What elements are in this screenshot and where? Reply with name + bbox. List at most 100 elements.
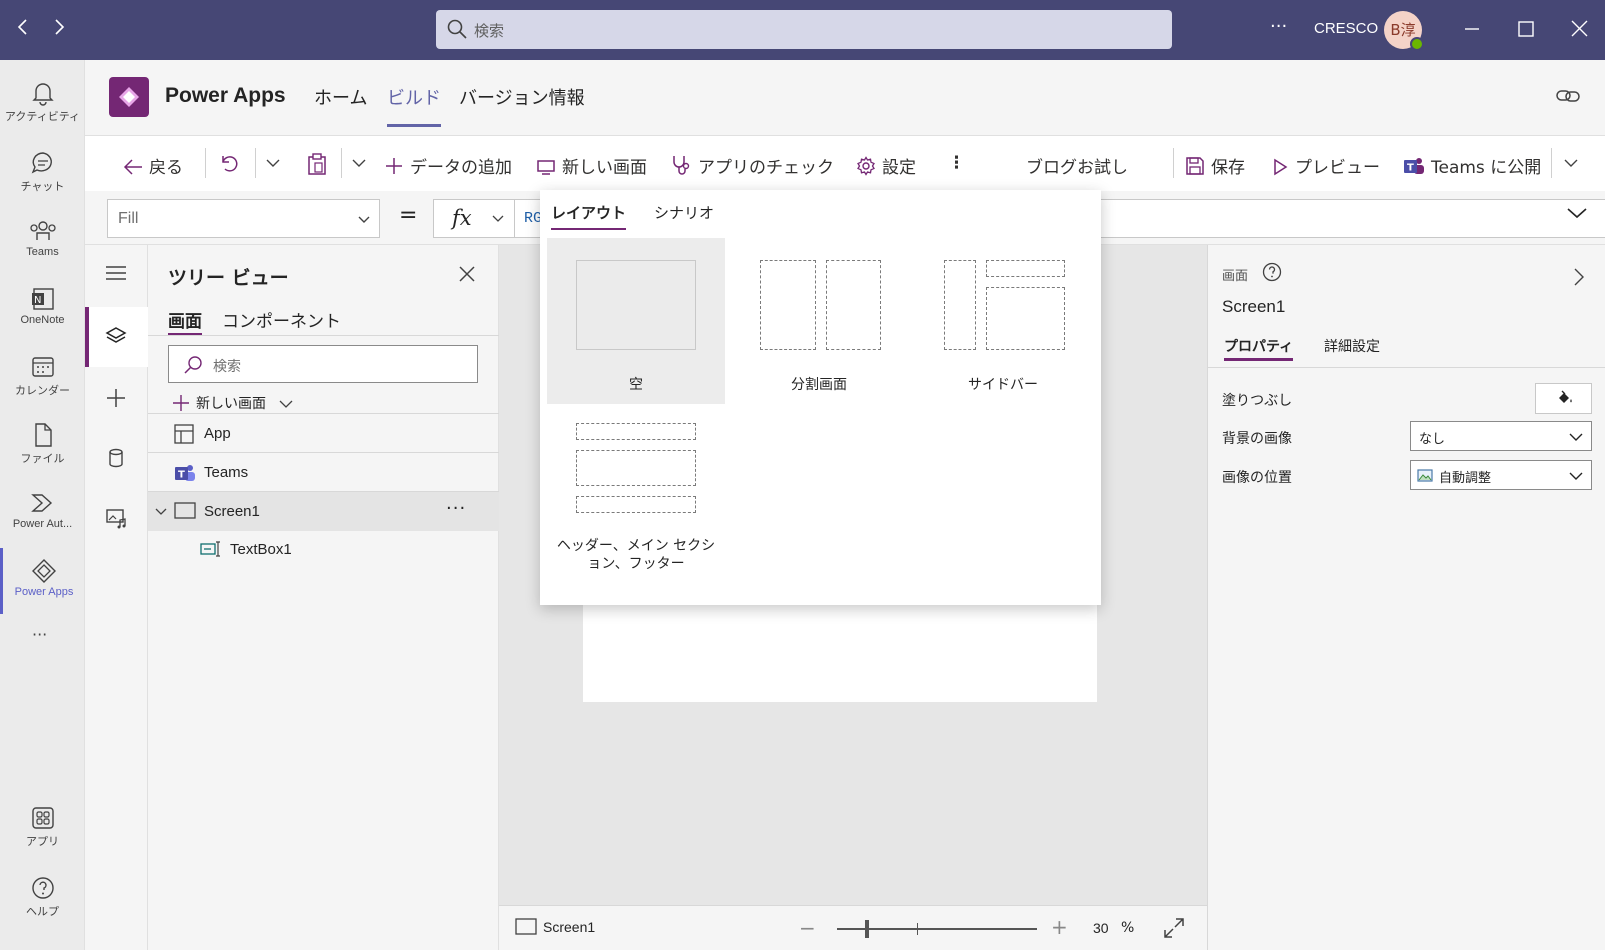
stethoscope-icon <box>673 156 690 175</box>
app-header: Power Apps ホーム ビルド バージョン情報 <box>85 60 1605 135</box>
row-more-options-icon[interactable]: ··· <box>446 498 466 519</box>
close-icon[interactable] <box>458 265 476 287</box>
toolbar-divider <box>1173 148 1174 178</box>
media-icon <box>106 509 126 529</box>
layout-sidebar-tile[interactable]: サイドバー <box>914 238 1092 404</box>
maximize-button[interactable] <box>1510 14 1542 46</box>
tab-advanced[interactable]: 詳細設定 <box>1324 336 1380 356</box>
background-image-dropdown[interactable]: なし <box>1410 421 1592 451</box>
current-screen-label: Screen1 <box>543 919 596 935</box>
rail-more-icon[interactable]: ··· <box>32 625 47 644</box>
tree-item-teams[interactable]: T Teams <box>148 452 499 492</box>
hamburger-menu-button[interactable] <box>85 245 148 305</box>
fx-icon[interactable]: fx <box>452 206 472 230</box>
expand-formula-chevron-icon[interactable] <box>1565 204 1589 222</box>
app-checker-button[interactable]: アプリのチェック <box>670 153 834 178</box>
back-button[interactable]: 戻る <box>123 153 183 178</box>
tree-item-screen1[interactable]: Screen1 ··· <box>148 491 499 531</box>
paste-button[interactable] <box>307 153 333 177</box>
media-button[interactable] <box>85 489 148 549</box>
tree-search-input[interactable]: 検索 <box>168 345 478 383</box>
zoom-value[interactable]: 30 <box>1093 920 1109 936</box>
current-screen-indicator[interactable]: Screen1 <box>515 918 595 936</box>
new-screen-label: 新しい画面 <box>562 158 647 178</box>
selected-control-name[interactable]: Screen1 <box>1222 297 1285 317</box>
new-screen-button[interactable]: 新しい画面 <box>536 153 647 178</box>
layout-blank-tile[interactable]: 空 <box>547 238 725 404</box>
blog-button[interactable]: ブログお試し <box>1026 153 1128 178</box>
tab-home[interactable]: ホーム <box>314 84 367 110</box>
tab-about[interactable]: バージョン情報 <box>459 84 585 110</box>
rail-item-power-apps[interactable]: Power Apps <box>0 548 85 614</box>
tree-item-textbox1[interactable]: TextBox1 <box>148 530 499 570</box>
chevron-right-icon[interactable] <box>1572 267 1586 291</box>
organization-name[interactable]: CRESCO <box>1314 20 1378 37</box>
minimize-button[interactable] <box>1456 14 1488 46</box>
chevron-down-icon[interactable] <box>154 505 168 519</box>
plus-icon <box>107 389 125 407</box>
zoom-in-button[interactable]: + <box>1051 915 1068 939</box>
layout-header-main-footer-tile[interactable]: ヘッダー、メイン セクション、フッター <box>547 423 725 595</box>
rail-item-calendar[interactable]: カレンダー <box>0 344 85 410</box>
forward-arrow-icon[interactable] <box>44 15 74 45</box>
back-arrow-icon[interactable] <box>8 15 38 45</box>
settings-button[interactable]: 設定 <box>856 153 916 178</box>
link-icon[interactable] <box>1555 86 1581 110</box>
rail-item-apps[interactable]: アプリ <box>0 795 85 861</box>
zoom-out-button[interactable]: − <box>799 916 816 940</box>
save-button[interactable]: 保存 <box>1185 153 1245 178</box>
help-icon[interactable] <box>1262 262 1282 286</box>
chevron-down-icon[interactable] <box>492 212 504 224</box>
command-bar: 戻る データの追加 新しい画面 アプリのチェック 設定 ⋮ ブログお試し 保存 … <box>85 135 1605 191</box>
publish-options-chevron-icon[interactable] <box>1563 153 1585 173</box>
tree-new-screen-button[interactable]: 新しい画面 <box>172 393 300 413</box>
fill-color-picker[interactable] <box>1535 383 1592 414</box>
layout-split-screen-tile[interactable]: 分割画面 <box>730 238 908 404</box>
hamburger-icon <box>106 266 126 280</box>
tab-components[interactable]: コンポーネント <box>222 307 341 332</box>
toolbar-divider <box>205 148 206 178</box>
image-position-dropdown[interactable]: 自動調整 <box>1410 460 1592 490</box>
undo-options-chevron-icon[interactable] <box>265 153 287 173</box>
fit-to-window-icon[interactable] <box>1163 917 1185 943</box>
more-options-icon[interactable]: ··· <box>1270 16 1287 37</box>
rail-item-label: ヘルプ <box>26 906 59 918</box>
chevron-down-icon <box>279 400 293 408</box>
zoom-slider-thumb[interactable] <box>865 920 869 938</box>
new-screen-flyout: レイアウト シナリオ 空 分割画面 サイドバー ヘッダー、メイン セクション、フ… <box>540 190 1101 605</box>
tree-item-app[interactable]: App <box>148 413 499 453</box>
svg-text:N: N <box>34 295 41 306</box>
paste-options-chevron-icon[interactable] <box>351 153 373 173</box>
add-data-button[interactable]: データの追加 <box>384 153 512 178</box>
rail-item-teams[interactable]: Teams <box>0 208 85 274</box>
data-button[interactable] <box>85 429 148 489</box>
zoom-slider-tick <box>917 923 918 935</box>
rail-item-onenote[interactable]: N OneNote <box>0 276 85 342</box>
avatar[interactable]: B淳 <box>1384 11 1424 51</box>
tab-build[interactable]: ビルド <box>387 84 441 127</box>
tab-scenario[interactable]: シナリオ <box>654 202 714 223</box>
screen1-canvas[interactable] <box>583 600 1097 702</box>
property-selector[interactable]: Fill <box>107 199 380 238</box>
rail-item-help[interactable]: ヘルプ <box>0 865 85 931</box>
global-search-input[interactable]: 検索 <box>436 10 1172 49</box>
zoom-slider[interactable] <box>837 920 1037 938</box>
tab-properties[interactable]: プロパティ <box>1224 336 1294 361</box>
rail-item-files[interactable]: ファイル <box>0 412 85 478</box>
presence-badge <box>1410 37 1424 51</box>
rail-item-activity[interactable]: アクティビティ <box>0 70 85 136</box>
preview-button[interactable]: プレビュー <box>1271 153 1380 178</box>
file-icon <box>34 423 52 447</box>
publish-to-teams-button[interactable]: T Teams に公開 <box>1403 153 1541 178</box>
chevron-down-icon <box>1569 472 1583 480</box>
undo-button[interactable] <box>218 153 244 175</box>
tab-screens[interactable]: 画面 <box>168 307 202 336</box>
insert-button[interactable] <box>85 369 148 429</box>
close-window-button[interactable] <box>1564 14 1596 46</box>
more-commands-icon[interactable]: ⋮ <box>948 153 965 173</box>
rail-item-power-automate[interactable]: Power Aut... <box>0 480 85 546</box>
tree-view-button[interactable] <box>85 307 148 367</box>
tab-layout[interactable]: レイアウト <box>551 202 627 230</box>
rail-item-chat[interactable]: チャット <box>0 140 85 206</box>
svg-text:T: T <box>1407 163 1414 174</box>
